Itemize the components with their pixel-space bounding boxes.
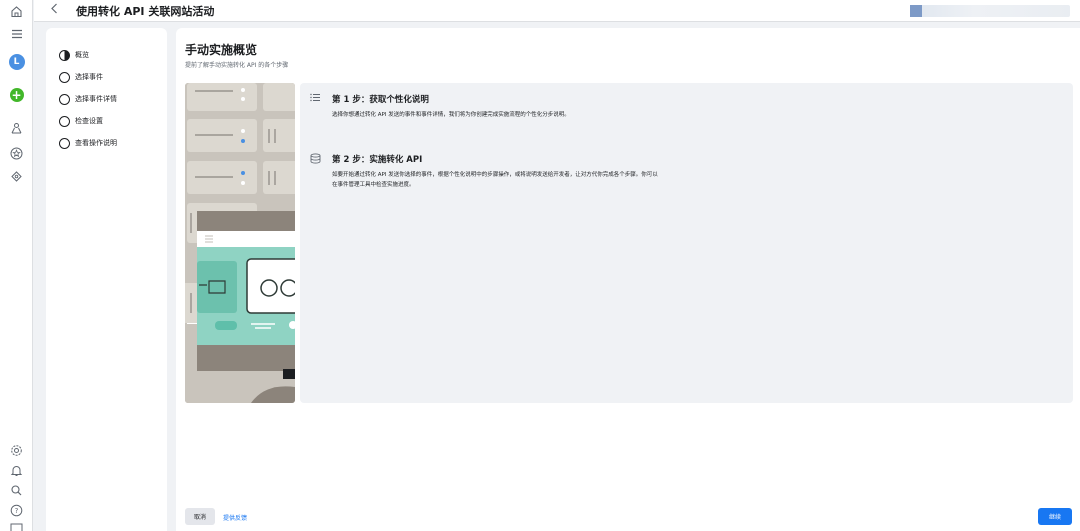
step-2-title: 第 2 步：实施转化 API — [332, 155, 423, 165]
people-icon[interactable] — [8, 120, 25, 137]
step-label: 选择事件 — [75, 73, 103, 81]
back-icon[interactable] — [50, 3, 64, 18]
left-rail: L + ? — [0, 0, 33, 531]
section-heading: 手动实施概览 — [185, 43, 258, 57]
step-list: 概览 选择事件 选择事件详情 检查设置 查看操作说明 — [46, 28, 167, 531]
cancel-button[interactable]: 取消 — [185, 508, 215, 525]
feedback-link[interactable]: 提供反馈 — [223, 513, 247, 522]
help-icon[interactable]: ? — [8, 502, 25, 519]
step-2-description: 如要开始通过转化 API 发送你选择的事件，根据个性化说明中的步骤操作，或将说明… — [332, 172, 658, 188]
illustration-image — [185, 83, 295, 403]
step-item-review-settings[interactable]: 检查设置 — [46, 110, 167, 132]
steps-overview-box: 第 1 步：获取个性化说明 选择你想通过转化 API 发送的事件和事件详情，我们… — [300, 83, 1073, 403]
section-subheading: 提前了解手动实施转化 API 的各个步骤 — [185, 62, 289, 69]
step-item-select-events[interactable]: 选择事件 — [46, 66, 167, 88]
step-item-overview[interactable]: 概览 — [46, 44, 167, 66]
continue-button[interactable]: 继续 — [1038, 508, 1072, 525]
step-progress-icon — [59, 49, 70, 61]
list-icon — [310, 93, 322, 105]
step-label: 概览 — [75, 51, 89, 59]
page-title: 使用转化 API 关联网站活动 — [76, 4, 215, 18]
step-1-title: 第 1 步：获取个性化说明 — [332, 95, 429, 105]
settings-icon[interactable] — [8, 442, 25, 459]
main-panel: 手动实施概览 提前了解手动实施转化 API 的各个步骤 第 1 步：获取个性化说… — [176, 28, 1080, 531]
star-icon[interactable] — [8, 145, 25, 162]
step-radio-icon — [59, 115, 70, 127]
panel-icon[interactable] — [8, 520, 25, 531]
add-icon[interactable]: + — [8, 86, 25, 103]
account-selector[interactable] — [910, 5, 1070, 17]
step-label: 选择事件详情 — [75, 95, 117, 103]
step-radio-icon — [59, 93, 70, 105]
step-label: 查看操作说明 — [75, 139, 117, 147]
bell-icon[interactable] — [8, 462, 25, 479]
step-label: 检查设置 — [75, 117, 103, 125]
step-radio-icon — [59, 137, 70, 149]
stack-icon — [310, 153, 322, 167]
step-radio-icon — [59, 71, 70, 83]
top-bar: 使用转化 API 关联网站活动 — [34, 0, 1080, 22]
step-item-event-details[interactable]: 选择事件详情 — [46, 88, 167, 110]
step-1-description: 选择你想通过转化 API 发送的事件和事件详情，我们将为你创建完成实施流程的个性… — [332, 112, 570, 118]
tag-icon[interactable] — [8, 168, 25, 185]
home-icon[interactable] — [8, 3, 25, 20]
svg-text:?: ? — [15, 507, 19, 515]
menu-icon[interactable] — [8, 25, 25, 42]
search-icon[interactable] — [8, 482, 25, 499]
avatar[interactable]: L — [8, 53, 25, 70]
step-item-view-instructions[interactable]: 查看操作说明 — [46, 132, 167, 154]
